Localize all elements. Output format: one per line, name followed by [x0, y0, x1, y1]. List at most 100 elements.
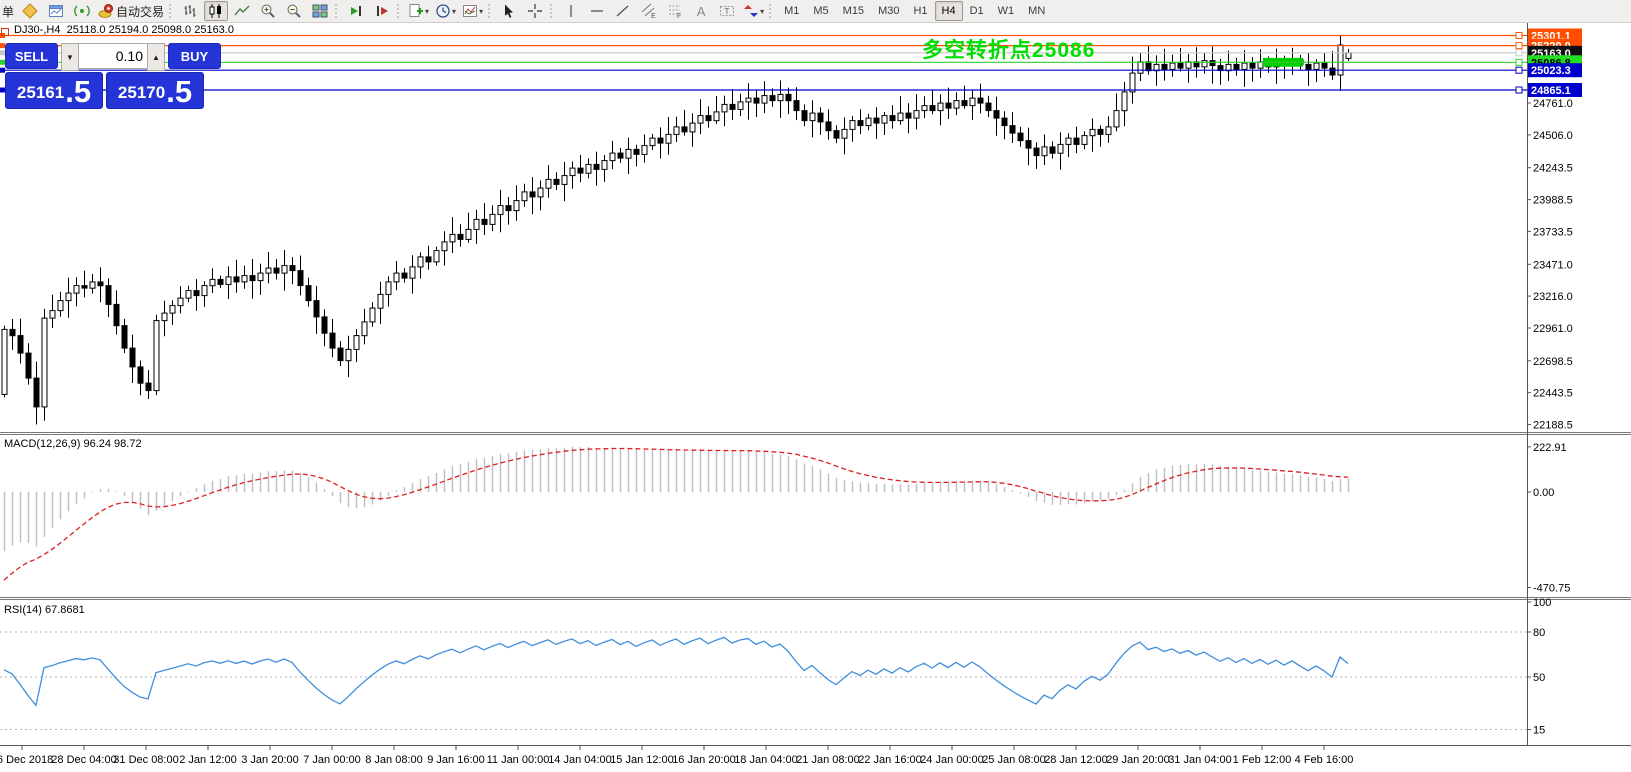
line-anchor-handle[interactable] [1, 28, 9, 36]
chevron-down-icon: ▾ [479, 7, 483, 16]
scroll-to-end-button[interactable] [344, 1, 368, 21]
svg-text:28 Dec 04:00: 28 Dec 04:00 [51, 754, 116, 766]
fibonacci-button[interactable]: F [663, 1, 687, 21]
sell-button[interactable]: SELL [5, 43, 58, 69]
svg-text:18 Jan 04:00: 18 Jan 04:00 [734, 754, 798, 766]
menu-partial-label[interactable]: 单 [0, 3, 17, 20]
cursor-icon [501, 3, 517, 19]
trendline-button[interactable] [611, 1, 635, 21]
tab-timeframe-h1[interactable]: H1 [906, 1, 934, 21]
text-button[interactable]: A [689, 1, 713, 21]
svg-text:24243.5: 24243.5 [1533, 163, 1573, 175]
bar-chart-icon [182, 3, 198, 19]
svg-text:24865.1: 24865.1 [1531, 85, 1571, 97]
horizontal-line-button[interactable] [585, 1, 609, 21]
svg-text:14 Jan 04:00: 14 Jan 04:00 [548, 754, 612, 766]
new-chart-icon [408, 3, 424, 19]
sell-price-button[interactable]: 25161 .5 [5, 72, 103, 109]
tab-timeframe-m5[interactable]: M5 [806, 1, 835, 21]
candlestick-chart-icon [208, 3, 224, 19]
chevron-down-icon: ▾ [760, 7, 764, 16]
svg-text:4 Feb 16:00: 4 Feb 16:00 [1295, 754, 1354, 766]
signals-button[interactable] [70, 1, 94, 21]
text-label-button[interactable]: T [715, 1, 739, 21]
tile-windows-icon [312, 3, 328, 19]
svg-text:8 Jan 08:00: 8 Jan 08:00 [365, 754, 423, 766]
new-order-button[interactable] [18, 1, 42, 21]
svg-text:11 Jan 00:00: 11 Jan 00:00 [487, 754, 550, 766]
auto-scroll-icon [374, 3, 390, 19]
svg-text:0.00: 0.00 [1533, 487, 1554, 499]
buy-price-fraction: .5 [166, 77, 192, 106]
zoom-out-button[interactable] [282, 1, 306, 21]
vertical-line-button[interactable] [559, 1, 583, 21]
line-chart-button[interactable] [230, 1, 254, 21]
volume-stepper: ▼ 0.10 ▲ [61, 43, 165, 69]
zoom-in-button[interactable] [256, 1, 280, 21]
svg-text:28 Jan 12:00: 28 Jan 12:00 [1044, 754, 1108, 766]
tab-timeframe-m1[interactable]: M1 [777, 1, 806, 21]
chart-canvas[interactable]: 24761.024506.024243.523988.523733.523471… [0, 0, 1631, 772]
volume-increase-button[interactable]: ▲ [147, 43, 165, 71]
text-icon: A [697, 4, 706, 19]
svg-text:31 Jan 04:00: 31 Jan 04:00 [1168, 754, 1232, 766]
arrows-button[interactable]: ▾ [741, 1, 766, 21]
svg-text:2 Jan 12:00: 2 Jan 12:00 [179, 754, 237, 766]
sell-price-fraction: .5 [65, 77, 91, 106]
indicators-icon [462, 3, 478, 19]
svg-text:26 Dec 2018: 26 Dec 2018 [0, 754, 53, 766]
autotrade-button[interactable]: 自动交易 [96, 1, 166, 21]
periods-button[interactable]: ▾ [433, 1, 458, 21]
tile-windows-button[interactable] [308, 1, 332, 21]
svg-text:22698.5: 22698.5 [1533, 356, 1573, 368]
svg-text:RSI(14) 67.8681: RSI(14) 67.8681 [4, 604, 85, 616]
main-toolbar: 单 自动交易 [0, 0, 1631, 23]
tab-timeframe-mn[interactable]: MN [1021, 1, 1052, 21]
svg-text:100: 100 [1533, 597, 1551, 609]
cursor-button[interactable] [497, 1, 521, 21]
buy-price-button[interactable]: 25170 .5 [106, 72, 204, 109]
svg-text:MACD(12,26,9) 96.24 98.72: MACD(12,26,9) 96.24 98.72 [4, 438, 142, 450]
market-watch-button[interactable] [44, 1, 68, 21]
svg-text:15 Jan 12:00: 15 Jan 12:00 [610, 754, 674, 766]
clock-icon [435, 3, 451, 19]
svg-text:23988.5: 23988.5 [1533, 195, 1573, 207]
volume-input[interactable]: 0.10 [79, 43, 147, 69]
svg-text:9 Jan 16:00: 9 Jan 16:00 [427, 754, 485, 766]
autotrade-label: 自动交易 [116, 3, 164, 20]
svg-text:80: 80 [1533, 627, 1545, 639]
crosshair-button[interactable] [523, 1, 547, 21]
svg-text:22188.5: 22188.5 [1533, 420, 1573, 432]
crosshair-icon [527, 3, 543, 19]
chart-autoscroll-button[interactable] [370, 1, 394, 21]
svg-text:7 Jan 00:00: 7 Jan 00:00 [303, 754, 361, 766]
bar-chart-button[interactable] [178, 1, 202, 21]
tab-timeframe-h4[interactable]: H4 [935, 1, 963, 21]
svg-text:23471.0: 23471.0 [1533, 259, 1573, 271]
indicators-button[interactable]: ▾ [460, 1, 485, 21]
svg-text:23216.0: 23216.0 [1533, 291, 1573, 303]
tab-timeframe-m15[interactable]: M15 [836, 1, 871, 21]
horizontal-line-icon [589, 3, 605, 19]
svg-text:F: F [677, 13, 681, 19]
toolbar-separator [488, 4, 493, 18]
svg-text:15: 15 [1533, 725, 1545, 737]
candlestick-chart-button[interactable] [204, 1, 228, 21]
svg-text:3 Jan 20:00: 3 Jan 20:00 [241, 754, 299, 766]
volume-decrease-button[interactable]: ▼ [61, 43, 79, 71]
new-order-icon [22, 3, 38, 19]
svg-text:31 Dec 08:00: 31 Dec 08:00 [113, 754, 178, 766]
tab-timeframe-d1[interactable]: D1 [963, 1, 991, 21]
channel-button[interactable]: E [637, 1, 661, 21]
chart-annotation-text: 多空转折点25086 [922, 34, 1095, 64]
tab-timeframe-m30[interactable]: M30 [871, 1, 906, 21]
channel-icon: E [641, 3, 657, 19]
svg-text:25023.3: 25023.3 [1531, 65, 1571, 77]
fibonacci-icon: F [667, 3, 683, 19]
new-chart-button[interactable]: ▾ [406, 1, 431, 21]
label-icon: T [719, 3, 735, 19]
svg-text:E: E [651, 13, 656, 19]
buy-button[interactable]: BUY [168, 43, 221, 69]
tab-timeframe-w1[interactable]: W1 [991, 1, 1022, 21]
svg-text:29 Jan 20:00: 29 Jan 20:00 [1106, 754, 1170, 766]
